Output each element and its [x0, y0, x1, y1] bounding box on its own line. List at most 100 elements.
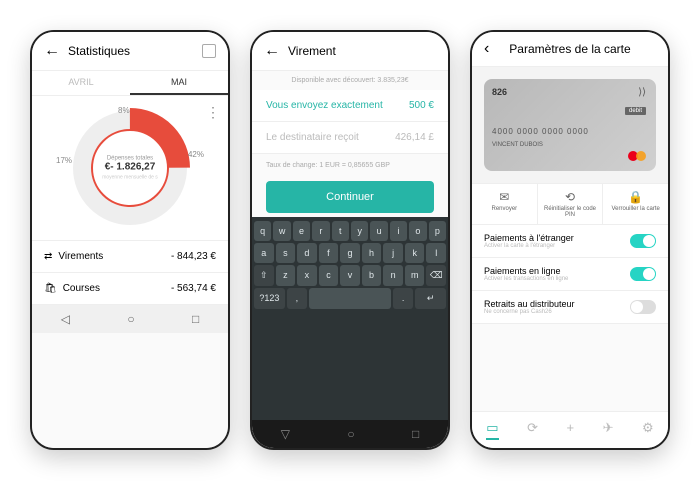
key[interactable]: j: [383, 243, 403, 263]
header: ← Virement: [252, 32, 448, 71]
continue-button[interactable]: Continuer: [266, 181, 434, 213]
key[interactable]: t: [332, 221, 349, 241]
row-amount: - 563,74 €: [171, 283, 216, 294]
setting-online-payments: Paiements en ligneActiver les transactio…: [472, 258, 668, 291]
reset-pin-button[interactable]: ⟲Réinitialiser le code PIN: [538, 184, 604, 224]
key[interactable]: c: [319, 265, 339, 286]
segment-pct-1: 8%: [118, 106, 130, 115]
key[interactable]: p: [429, 221, 446, 241]
toggle[interactable]: [630, 234, 656, 248]
segment-pct-2: 42%: [188, 150, 204, 159]
toggle[interactable]: [630, 267, 656, 281]
space-key[interactable]: [309, 288, 391, 309]
setting-title: Retraits au distributeur: [484, 299, 575, 309]
resend-button[interactable]: ✉Renvoyer: [472, 184, 538, 224]
send-label: Vous envoyez exactement: [266, 100, 383, 111]
nav-recent-icon[interactable]: □: [412, 427, 419, 441]
list-item[interactable]: ⇄ Virements - 844,23 €: [32, 241, 228, 273]
key[interactable]: r: [312, 221, 329, 241]
key[interactable]: y: [351, 221, 368, 241]
phone-card-settings: ‹ Paramètres de la carte 826 ⟩⟩ debit 40…: [470, 30, 670, 450]
bottom-nav: ▭ ⟳ + ✈ ⚙: [472, 411, 668, 448]
nav-back-icon[interactable]: ◁: [61, 312, 70, 326]
nav-settings-icon[interactable]: ⚙: [642, 420, 654, 440]
key[interactable]: d: [297, 243, 317, 263]
nav-add-icon[interactable]: +: [566, 420, 574, 440]
back-icon[interactable]: ‹: [484, 40, 489, 58]
key[interactable]: g: [340, 243, 360, 263]
enter-key[interactable]: ↵: [415, 288, 446, 309]
key[interactable]: x: [297, 265, 317, 286]
document-icon[interactable]: [202, 44, 216, 58]
key[interactable]: .: [393, 288, 413, 309]
key[interactable]: k: [405, 243, 425, 263]
key[interactable]: n: [383, 265, 403, 286]
backspace-key[interactable]: ⌫: [426, 265, 446, 286]
reset-icon: ⟲: [540, 190, 601, 204]
setting-sub: Activer les transactions en ligne: [484, 276, 568, 282]
page-title: Paramètres de la carte: [509, 42, 630, 56]
key[interactable]: l: [426, 243, 446, 263]
setting-sub: Activer la carte à l'étranger: [484, 243, 574, 249]
key[interactable]: m: [405, 265, 425, 286]
nav-home-icon[interactable]: ○: [127, 312, 134, 326]
setting-foreign-payments: Paiements à l'étrangerActiver la carte à…: [472, 225, 668, 258]
donut-chart: ⋮ Dépenses totales €- 1.826,27 moyenne m…: [32, 96, 228, 240]
more-icon[interactable]: ⋮: [206, 104, 220, 121]
key[interactable]: f: [319, 243, 339, 263]
receive-amount: 426,14 £: [395, 132, 434, 143]
android-navbar: ◁ ○ □: [32, 305, 228, 333]
card-brand: 826: [492, 87, 507, 97]
contactless-icon: ⟩⟩: [638, 87, 646, 98]
segment-pct-3: 17%: [56, 156, 72, 165]
key[interactable]: b: [362, 265, 382, 286]
key[interactable]: s: [276, 243, 296, 263]
card-actions: ✉Renvoyer ⟲Réinitialiser le code PIN 🔒Ve…: [472, 183, 668, 225]
nav-home-icon[interactable]: ○: [347, 427, 354, 441]
receive-row[interactable]: Le destinataire reçoit 426,14 £: [252, 122, 448, 154]
tab-mai[interactable]: MAI: [130, 71, 228, 95]
back-icon[interactable]: ←: [264, 42, 280, 60]
nav-down-icon[interactable]: ▽: [281, 427, 290, 441]
row-label: Courses: [63, 283, 100, 294]
key[interactable]: z: [276, 265, 296, 286]
key[interactable]: v: [340, 265, 360, 286]
list-item[interactable]: 🛍Courses - 563,74 €: [32, 273, 228, 305]
nav-send-icon[interactable]: ✈: [603, 420, 614, 440]
debit-card[interactable]: 826 ⟩⟩ debit 4000 0000 0000 0000 VINCENT…: [484, 79, 656, 171]
nav-recent-icon[interactable]: □: [192, 312, 199, 326]
keyboard: qwertyuiop asdfghjkl ⇧zxcvbnm⌫ ?123,.↵: [252, 217, 448, 420]
key[interactable]: a: [254, 243, 274, 263]
toggle[interactable]: [630, 300, 656, 314]
row-amount: - 844,23 €: [171, 251, 216, 262]
page-title: Statistiques: [68, 44, 130, 58]
available-balance: Disponible avec découvert: 3.835,23€: [252, 71, 448, 90]
transfer-icon: ⇄: [44, 251, 52, 262]
key[interactable]: i: [390, 221, 407, 241]
key[interactable]: e: [293, 221, 310, 241]
tab-avril[interactable]: AVRIL: [32, 71, 130, 95]
shift-key[interactable]: ⇧: [254, 265, 274, 286]
mastercard-icon: [628, 151, 646, 163]
symbols-key[interactable]: ?123: [254, 288, 285, 309]
send-row[interactable]: Vous envoyez exactement 500 €: [252, 90, 448, 122]
key[interactable]: o: [409, 221, 426, 241]
nav-card-icon[interactable]: ▭: [486, 420, 498, 440]
key[interactable]: q: [254, 221, 271, 241]
lock-card-button[interactable]: 🔒Verrouiller la carte: [603, 184, 668, 224]
lock-icon: 🔒: [605, 190, 666, 204]
page-title: Virement: [288, 44, 336, 58]
header: ← Statistiques: [32, 32, 228, 71]
month-tabs: AVRIL MAI: [32, 71, 228, 96]
key[interactable]: h: [362, 243, 382, 263]
key[interactable]: ,: [287, 288, 307, 309]
key[interactable]: w: [273, 221, 290, 241]
phone-statistics: ← Statistiques AVRIL MAI ⋮ Dépenses tota…: [30, 30, 230, 450]
nav-activity-icon[interactable]: ⟳: [527, 420, 538, 440]
send-amount: 500 €: [409, 100, 434, 111]
setting-atm-withdrawals: Retraits au distributeurNe concerne pas …: [472, 291, 668, 324]
row-label: Virements: [58, 251, 103, 262]
card-holder: VINCENT DUBOIS: [492, 142, 648, 148]
back-icon[interactable]: ←: [44, 42, 60, 60]
key[interactable]: u: [370, 221, 387, 241]
